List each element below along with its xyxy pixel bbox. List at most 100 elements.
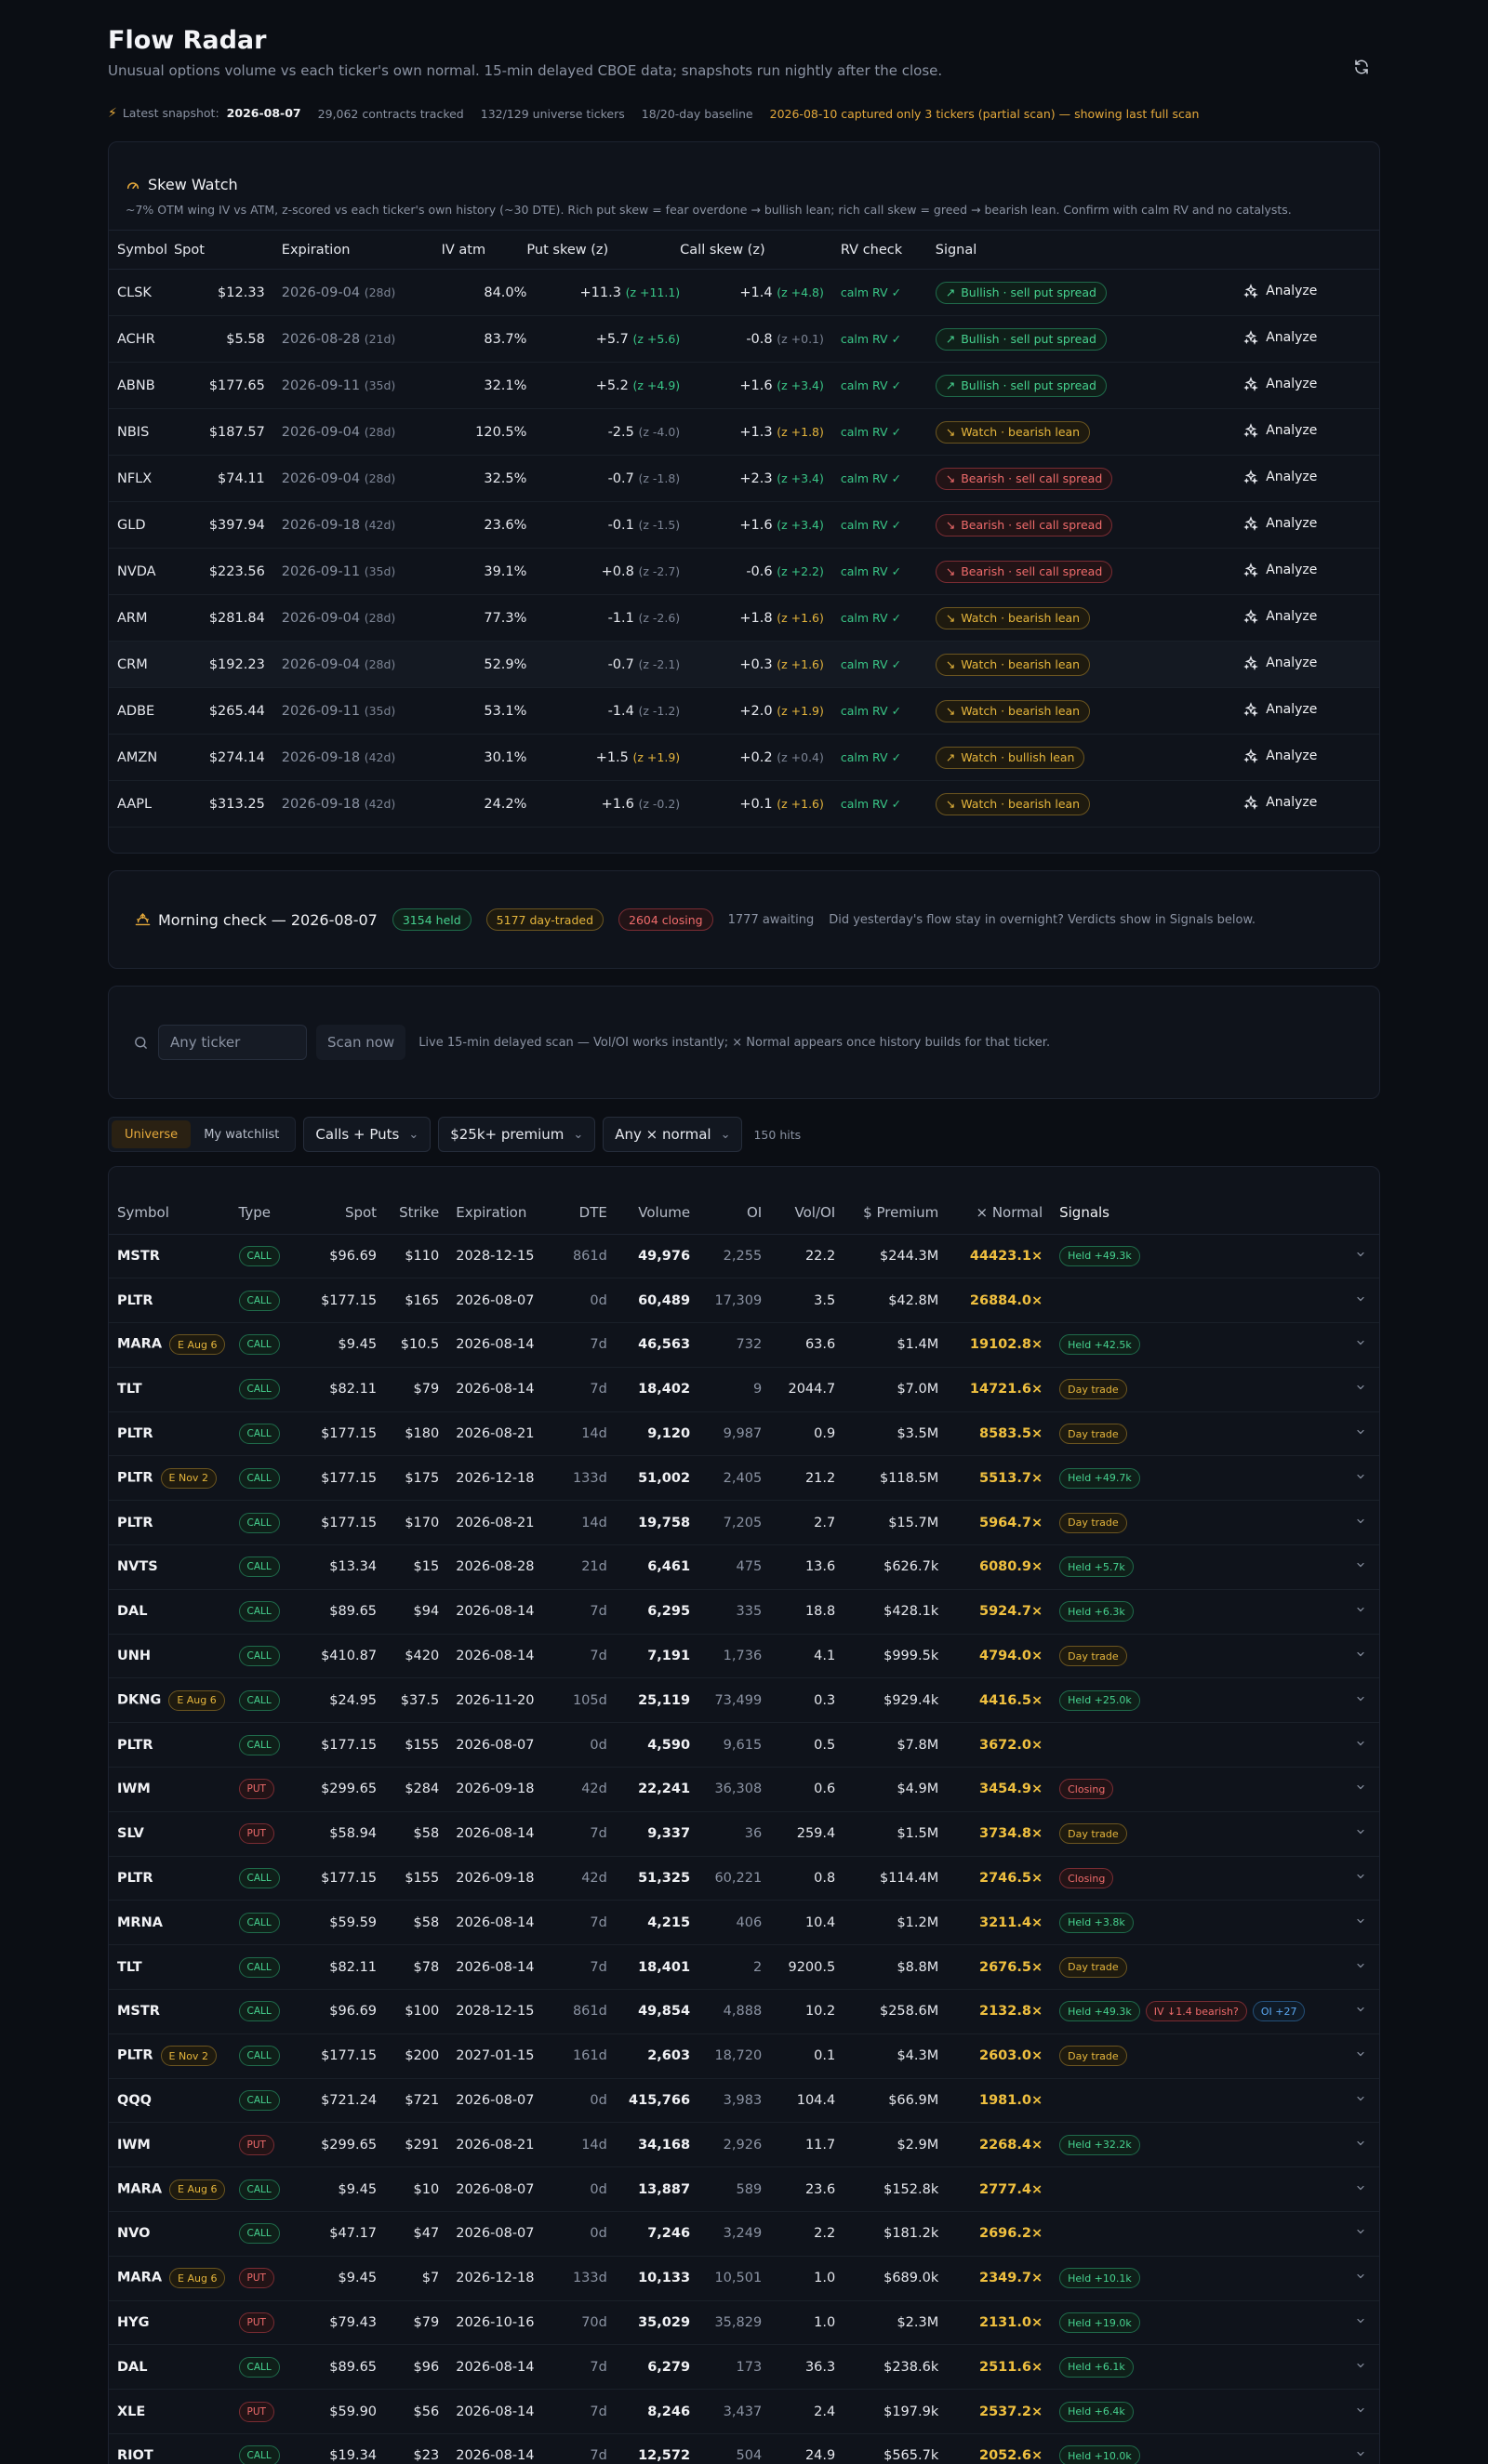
chevron-down-icon[interactable] (1355, 1294, 1366, 1308)
chevron-down-icon[interactable] (1355, 1472, 1366, 1486)
col-spot[interactable]: Spot (294, 1167, 378, 1235)
chevron-down-icon[interactable] (1355, 2049, 1366, 2063)
type-select[interactable]: Calls + Puts ⌄ (303, 1117, 432, 1152)
scan-now-button[interactable]: Scan now (316, 1025, 406, 1060)
col-dte[interactable]: DTE (542, 1167, 607, 1235)
chevron-down-icon[interactable] (1355, 2405, 1366, 2419)
chevron-down-icon[interactable] (1355, 1517, 1366, 1530)
table-row[interactable]: MARA E Aug 6 CALL $9.45 $10.5 2026-08-14 7d 46,… (109, 1322, 1379, 1368)
analyze-button[interactable]: Analyze (1243, 516, 1317, 531)
table-row[interactable]: MSTR CALL $96.69 $110 2028-12-15 861d 49,976 2,… (109, 1234, 1379, 1279)
chevron-down-icon[interactable] (1355, 2139, 1366, 2153)
table-row[interactable]: DKNG E Aug 6 CALL $24.95 $37.5 2026-11-20 105d… (109, 1677, 1379, 1724)
table-row[interactable]: MSTR CALL $96.69 $100 2028-12-15 861d 49,854 4,… (109, 1989, 1379, 2034)
skew-row[interactable]: ADBE $265.44 2026-09-11 (35d) 53.1% -1.4 (z … (109, 687, 1379, 735)
col-symbol[interactable]: Symbol (109, 1167, 239, 1235)
chevron-down-icon[interactable] (1355, 1383, 1366, 1397)
table-row[interactable]: PLTR E Nov 2 CALL $177.15 $200 2027-01-15 161d… (109, 2033, 1379, 2079)
chevron-down-icon[interactable] (1355, 2094, 1366, 2108)
col-type[interactable]: Type (238, 1167, 295, 1235)
chevron-down-icon[interactable] (1355, 1560, 1366, 1574)
table-row[interactable]: SLV PUT $58.94 $58 2026-08-14 7d 9,337 36 259.4 $… (109, 1811, 1379, 1857)
analyze-button[interactable]: Analyze (1243, 423, 1317, 438)
table-row[interactable]: DAL CALL $89.65 $96 2026-08-14 7d 6,279 173 36.3… (109, 2344, 1379, 2391)
table-row[interactable]: RIOT CALL $19.34 $23 2026-08-14 7d 12,572 504 24… (109, 2433, 1379, 2464)
skew-row[interactable]: ARM $281.84 2026-09-04 (28d) 77.3% -1.1 (z -… (109, 594, 1379, 642)
chevron-down-icon[interactable] (1355, 1605, 1366, 1619)
col-expiration[interactable]: Expiration (439, 1167, 543, 1235)
table-row[interactable]: PLTR CALL $177.15 $155 2026-09-18 42d 51,325 60… (109, 1856, 1379, 1901)
table-row[interactable]: PLTR CALL $177.15 $170 2026-08-21 14d 19,758 7,… (109, 1500, 1379, 1546)
table-row[interactable]: IWM PUT $299.65 $291 2026-08-21 14d 34,168 2,92… (109, 2122, 1379, 2168)
skew-row[interactable]: CRM $192.23 2026-09-04 (28d) 52.9% -0.7 (z -… (109, 641, 1379, 688)
table-row[interactable]: TLT CALL $82.11 $78 2026-08-14 7d 18,401 2 9200.… (109, 1944, 1379, 1991)
analyze-button[interactable]: Analyze (1243, 330, 1317, 345)
table-row[interactable]: PLTR E Nov 2 CALL $177.15 $175 2026-12-18 133d… (109, 1455, 1379, 1502)
col-strike[interactable]: Strike (377, 1167, 440, 1235)
chevron-down-icon[interactable] (1355, 1961, 1366, 1975)
skew-row[interactable]: NBIS $187.57 2026-09-04 (28d) 120.5% -2.5 (z… (109, 408, 1379, 456)
table-row[interactable]: MARA E Aug 6 PUT $9.45 $7 2026-12-18 133d 10,13… (109, 2256, 1379, 2301)
table-row[interactable]: MRNA CALL $59.59 $58 2026-08-14 7d 4,215 406 10.… (109, 1900, 1379, 1946)
chevron-down-icon[interactable] (1355, 1827, 1366, 1841)
skew-row[interactable]: ACHR $5.58 2026-08-28 (21d) 83.7% +5.7 (z +5… (109, 315, 1379, 363)
table-row[interactable]: QQQ CALL $721.24 $721 2026-08-07 0d 415,766 3,9… (109, 2078, 1379, 2124)
universe-tab[interactable]: Universe (112, 1120, 192, 1148)
chevron-down-icon[interactable] (1355, 1427, 1366, 1441)
chevron-down-icon[interactable] (1355, 2361, 1366, 2375)
table-row[interactable]: PLTR CALL $177.15 $165 2026-08-07 0d 60,489 17,… (109, 1278, 1379, 1324)
table-row[interactable]: PLTR CALL $177.15 $180 2026-08-21 14d 9,120 9,9… (109, 1411, 1379, 1457)
chevron-down-icon[interactable] (1355, 1782, 1366, 1796)
chevron-down-icon[interactable] (1355, 2272, 1366, 2285)
col-premium[interactable]: $ Premium (835, 1167, 939, 1235)
chevron-down-icon[interactable] (1355, 2005, 1366, 2019)
analyze-button[interactable]: Analyze (1243, 563, 1317, 577)
table-row[interactable]: HYG PUT $79.43 $79 2026-10-16 70d 35,029 35,829… (109, 2300, 1379, 2346)
analyze-button[interactable]: Analyze (1243, 656, 1317, 670)
col-x-normal[interactable]: × Normal (938, 1167, 1043, 1235)
normal-select[interactable]: Any × normal ⌄ (603, 1117, 743, 1152)
skew-row[interactable]: CLSK $12.33 2026-09-04 (28d) 84.0% +11.3 (z … (109, 269, 1379, 316)
chevron-down-icon[interactable] (1355, 1250, 1366, 1264)
analyze-button[interactable]: Analyze (1243, 609, 1317, 624)
skew-row[interactable]: NVDA $223.56 2026-09-11 (35d) 39.1% +0.8 (z … (109, 548, 1379, 595)
table-row[interactable]: PLTR CALL $177.15 $155 2026-08-07 0d 4,590 9,61… (109, 1722, 1379, 1769)
chevron-down-icon[interactable] (1355, 1872, 1366, 1886)
col-oi[interactable]: OI (690, 1167, 763, 1235)
table-row[interactable]: MARA E Aug 6 CALL $9.45 $10 2026-08-07 0d 13,88… (109, 2166, 1379, 2213)
chevron-down-icon[interactable] (1355, 2449, 1366, 2463)
analyze-button[interactable]: Analyze (1243, 284, 1317, 298)
table-row[interactable]: DAL CALL $89.65 $94 2026-08-14 7d 6,295 335 18.8… (109, 1589, 1379, 1635)
ticker-input[interactable]: Any ticker (158, 1025, 307, 1060)
table-row[interactable]: XLE PUT $59.90 $56 2026-08-14 7d 8,246 3,437 2.4… (109, 2389, 1379, 2435)
skew-row[interactable]: AAPL $313.25 2026-09-18 (42d) 24.2% +1.6 (z … (109, 780, 1379, 828)
analyze-button[interactable]: Analyze (1243, 377, 1317, 391)
chevron-down-icon[interactable] (1355, 1916, 1366, 1930)
table-row[interactable]: IWM PUT $299.65 $284 2026-09-18 42d 22,241 36,3… (109, 1767, 1379, 1812)
chevron-down-icon[interactable] (1355, 1694, 1366, 1708)
analyze-button[interactable]: Analyze (1243, 470, 1317, 484)
watchlist-tab[interactable]: My watchlist (191, 1120, 292, 1148)
chevron-down-icon[interactable] (1355, 2316, 1366, 2330)
table-row[interactable]: TLT CALL $82.11 $79 2026-08-14 7d 18,402 9 2044.… (109, 1367, 1379, 1412)
chevron-down-icon[interactable] (1355, 1649, 1366, 1663)
col-vol-oi[interactable]: Vol/OI (762, 1167, 836, 1235)
skew-row[interactable]: NFLX $74.11 2026-09-04 (28d) 32.5% -0.7 (z -… (109, 455, 1379, 502)
analyze-button[interactable]: Analyze (1243, 795, 1317, 810)
table-row[interactable]: UNH CALL $410.87 $420 2026-08-14 7d 7,191 1,736… (109, 1634, 1379, 1679)
premium-select[interactable]: $25k+ premium ⌄ (438, 1117, 596, 1152)
table-row[interactable]: NVTS CALL $13.34 $15 2026-08-28 21d 6,461 475 13… (109, 1544, 1379, 1590)
chevron-down-icon[interactable] (1355, 1338, 1366, 1352)
table-row[interactable]: NVO CALL $47.17 $47 2026-08-07 0d 7,246 3,249 2.… (109, 2211, 1379, 2257)
skew-row[interactable]: AMZN $274.14 2026-09-18 (42d) 30.1% +1.5 (z … (109, 734, 1379, 781)
chevron-down-icon[interactable] (1355, 2227, 1366, 2241)
chevron-down-icon[interactable] (1355, 1739, 1366, 1753)
cell-oi: 406 (736, 1914, 763, 1930)
skew-row[interactable]: ABNB $177.65 2026-09-11 (35d) 32.1% +5.2 (z … (109, 362, 1379, 409)
analyze-button[interactable]: Analyze (1243, 748, 1317, 763)
skew-row[interactable]: GLD $397.94 2026-09-18 (42d) 23.6% -0.1 (z -… (109, 501, 1379, 549)
refresh-button[interactable] (1350, 56, 1373, 78)
col-volume[interactable]: Volume (606, 1167, 691, 1235)
chevron-down-icon[interactable] (1355, 2183, 1366, 2197)
analyze-button[interactable]: Analyze (1243, 702, 1317, 717)
